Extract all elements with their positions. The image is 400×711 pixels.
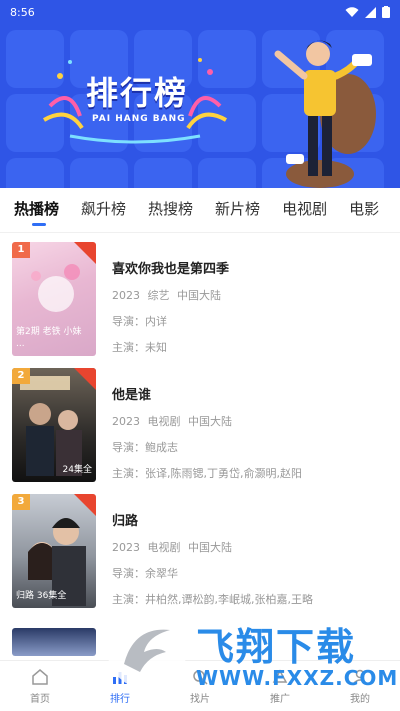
tab-hot-play[interactable]: 热播榜 (0, 196, 70, 226)
status-bar: 8:56 (0, 0, 400, 24)
show-year: 2023 (112, 289, 140, 302)
tabs-divider (0, 232, 400, 233)
rank-badge: 2 (12, 368, 30, 384)
poster-thumbnail-partial[interactable] (12, 628, 96, 656)
ranking-banner: 8:56 排行榜 PAI HANG BANG (0, 0, 400, 188)
tab-rising[interactable]: 飙升榜 (70, 196, 137, 226)
person-illustration-icon (274, 40, 376, 188)
nav-home-label: 首页 (30, 694, 50, 705)
show-year: 2023 (112, 541, 140, 554)
watermark-url: WWW.FXXZ.COM (196, 666, 399, 690)
watermark-logo-icon (107, 609, 187, 689)
show-director: 导演：余翠华 (112, 567, 178, 580)
show-meta: 2023 电视剧 中国大陆 (112, 539, 390, 555)
show-region: 中国大陆 (188, 415, 232, 428)
tab-hot-search[interactable]: 热搜榜 (137, 196, 204, 226)
show-cast: 主演：未知 (112, 341, 167, 354)
show-meta: 2023 综艺 中国大陆 (112, 287, 390, 303)
poster-thumbnail[interactable]: 1 第2期 老铁 小妹 ... (12, 242, 96, 356)
battery-icon (382, 6, 390, 18)
home-icon (32, 669, 48, 685)
tab-new-release[interactable]: 新片榜 (204, 196, 271, 226)
signal-icon (365, 6, 376, 18)
show-region: 中国大陆 (188, 541, 232, 554)
banner-title: 排行榜 (86, 74, 189, 112)
banner-subtitle: PAI HANG BANG (92, 114, 186, 124)
poster-thumbnail[interactable]: 2 24集全 (12, 368, 96, 482)
category-tabs: 热播榜 飙升榜 热搜榜 新片榜 电视剧 电影 (0, 196, 400, 232)
site-watermark: 飞翔下载 WWW.FXXZ.COM (104, 604, 397, 696)
rank-badge: 3 (12, 494, 30, 510)
poster-caption: 第2期 老铁 小妹 ... (16, 327, 82, 349)
hot-corner-tag (74, 368, 96, 390)
show-director: 导演：内详 (112, 315, 167, 328)
wifi-icon (345, 6, 359, 17)
show-meta: 2023 电视剧 中国大陆 (112, 413, 390, 429)
show-genre: 综艺 (147, 289, 170, 302)
show-cast: 主演：张译,陈雨锶,丁勇岱,俞灏明,赵阳 (112, 467, 302, 480)
show-title[interactable]: 他是谁 (112, 384, 390, 403)
rank-badge: 1 (12, 242, 30, 258)
list-item[interactable]: 3 归路 36集全 归路 2023 电视剧 中国大陆 导演：余翠华 主演：井柏然… (0, 492, 400, 618)
show-director: 导演：鲍成志 (112, 441, 178, 454)
tab-movie[interactable]: 电影 (338, 196, 390, 226)
nav-home[interactable]: 首页 (0, 661, 80, 711)
tab-tv-series[interactable]: 电视剧 (271, 196, 338, 226)
show-title[interactable]: 喜欢你我也是第四季 (112, 258, 390, 277)
status-time: 8:56 (10, 5, 35, 19)
poster-caption: 24集全 (62, 465, 92, 475)
show-genre: 电视剧 (147, 415, 181, 428)
banner-title-art: 排行榜 PAI HANG BANG (40, 56, 230, 146)
list-item[interactable]: 1 第2期 老铁 小妹 ... 喜欢你我也是第四季 2023 综艺 中国大陆 导… (0, 240, 400, 366)
ranking-list: 1 第2期 老铁 小妹 ... 喜欢你我也是第四季 2023 综艺 中国大陆 导… (0, 240, 400, 618)
show-region: 中国大陆 (177, 289, 221, 302)
hot-corner-tag (74, 494, 96, 516)
watermark-text: 飞翔下载 (196, 625, 357, 669)
show-year: 2023 (112, 415, 140, 428)
show-title[interactable]: 归路 (112, 510, 390, 529)
show-genre: 电视剧 (147, 541, 181, 554)
hot-corner-tag (74, 242, 96, 264)
list-item[interactable]: 2 24集全 他是谁 2023 电视剧 中国大陆 导演：鲍成志 主演：张译,陈雨… (0, 366, 400, 492)
poster-thumbnail[interactable]: 3 归路 36集全 (12, 494, 96, 608)
poster-caption: 归路 36集全 (16, 591, 67, 601)
